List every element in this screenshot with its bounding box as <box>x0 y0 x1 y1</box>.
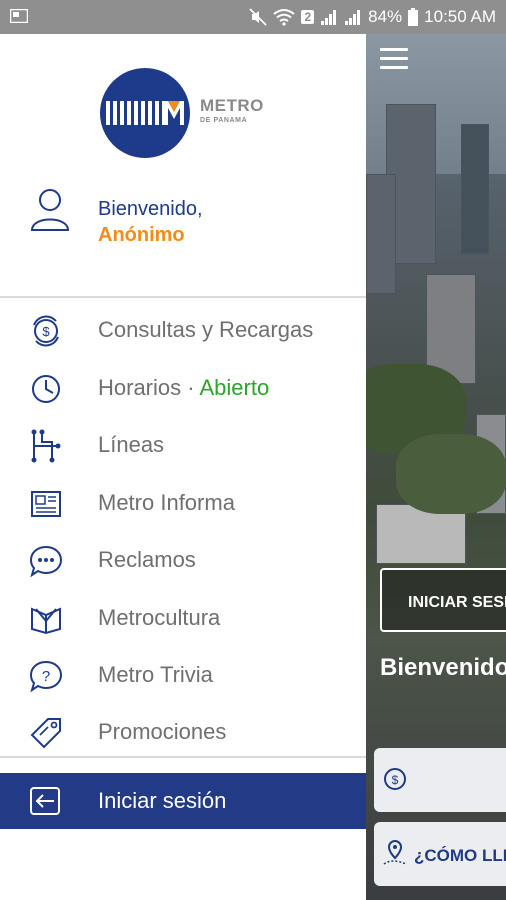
user-avatar-icon <box>30 189 70 231</box>
logo-circle <box>100 68 190 158</box>
menu-item-metro-informa[interactable]: Metro Informa <box>0 474 366 531</box>
login-button[interactable]: Iniciar sesión <box>0 773 366 829</box>
menu-label: Metro Informa <box>98 489 235 515</box>
question-bubble-icon: ? <box>29 660 63 693</box>
building <box>461 124 489 254</box>
tag-icon <box>30 718 61 749</box>
clock-icon <box>32 375 60 403</box>
horarios-status: Abierto <box>199 374 270 400</box>
menu-hamburger-icon[interactable] <box>380 48 408 75</box>
menu-item-consultas[interactable]: $ Consultas y Recargas <box>0 301 366 358</box>
newspaper-icon <box>31 491 61 517</box>
divider <box>0 756 366 758</box>
menu-label: Horarios · Abierto <box>98 375 269 401</box>
bg-card-como-llegar[interactable]: ¿CÓMO LLEGAR? <box>374 822 506 886</box>
background-app-screen: INICIAR SESIÓN Bienvenido $ ¿CÓMO LLEGAR… <box>366 34 506 900</box>
chat-bubble-icon <box>29 545 63 578</box>
svg-text:$: $ <box>42 324 50 339</box>
status-bar: 2 84% 10:50 AM <box>0 0 506 34</box>
metro-panama-logo: METRO DE PANAMA <box>100 68 270 158</box>
trees <box>396 434 506 514</box>
clock-time: 10:50 AM <box>424 7 496 26</box>
menu-label: Líneas <box>98 431 165 457</box>
signal-icon-1 <box>321 10 337 25</box>
login-arrow-icon <box>30 787 60 815</box>
user-greeting: Bienvenido, <box>98 198 203 220</box>
menu-label: Promociones <box>98 718 227 744</box>
logo-title: METRO <box>200 96 264 115</box>
user-profile[interactable]: Bienvenido, Anónimo <box>28 186 348 256</box>
wifi-icon <box>273 9 296 26</box>
menu-item-reclamos[interactable]: Reclamos <box>0 531 366 588</box>
coin-exchange-icon: $ <box>384 768 406 790</box>
battery-percent: 84% <box>368 7 403 26</box>
logo-subtitle: DE PANAMA <box>200 117 248 124</box>
horarios-separator: · <box>181 374 200 400</box>
route-pin-icon <box>383 839 407 865</box>
bg-card-label: ¿CÓMO LLEGAR? <box>414 846 506 865</box>
menu-item-lineas[interactable]: Líneas <box>0 416 366 473</box>
user-name: Anónimo <box>98 224 185 246</box>
bg-welcome-title: Bienvenido <box>380 654 506 681</box>
signal-icon-2 <box>345 10 361 25</box>
building <box>366 174 396 294</box>
divider <box>0 296 366 298</box>
menu-label: Consultas y Recargas <box>98 316 314 342</box>
mute-icon <box>249 8 268 26</box>
svg-text:?: ? <box>42 668 50 685</box>
menu-item-metrocultura[interactable]: Metrocultura <box>0 589 366 646</box>
menu-item-metro-trivia[interactable]: ? Metro Trivia <box>0 646 366 703</box>
bg-card-recargas[interactable]: $ <box>374 748 506 812</box>
menu-label: Reclamos <box>98 546 196 572</box>
menu-item-horarios[interactable]: Horarios · Abierto <box>0 359 366 416</box>
sim-badge: 2 <box>301 10 315 24</box>
bg-login-button[interactable]: INICIAR SESIÓN <box>380 568 506 632</box>
logo-wordmark: METRO DE PANAMA <box>200 96 264 128</box>
svg-text:$: $ <box>392 773 399 787</box>
horarios-label: Horarios <box>98 374 182 400</box>
menu-label: Metrocultura <box>98 604 221 630</box>
battery-icon <box>408 8 419 26</box>
logo-mark-icon <box>106 101 184 125</box>
notification-icon <box>10 9 28 23</box>
book-icon <box>31 607 61 635</box>
login-label: Iniciar sesión <box>98 788 227 813</box>
lines-map-icon <box>31 429 61 463</box>
menu-label: Metro Trivia <box>98 661 213 687</box>
menu-item-promociones[interactable]: Promociones <box>0 703 366 760</box>
coin-exchange-icon: $ <box>33 315 59 347</box>
navigation-drawer: METRO DE PANAMA Bienvenido, Anónimo $ Co… <box>0 34 366 900</box>
